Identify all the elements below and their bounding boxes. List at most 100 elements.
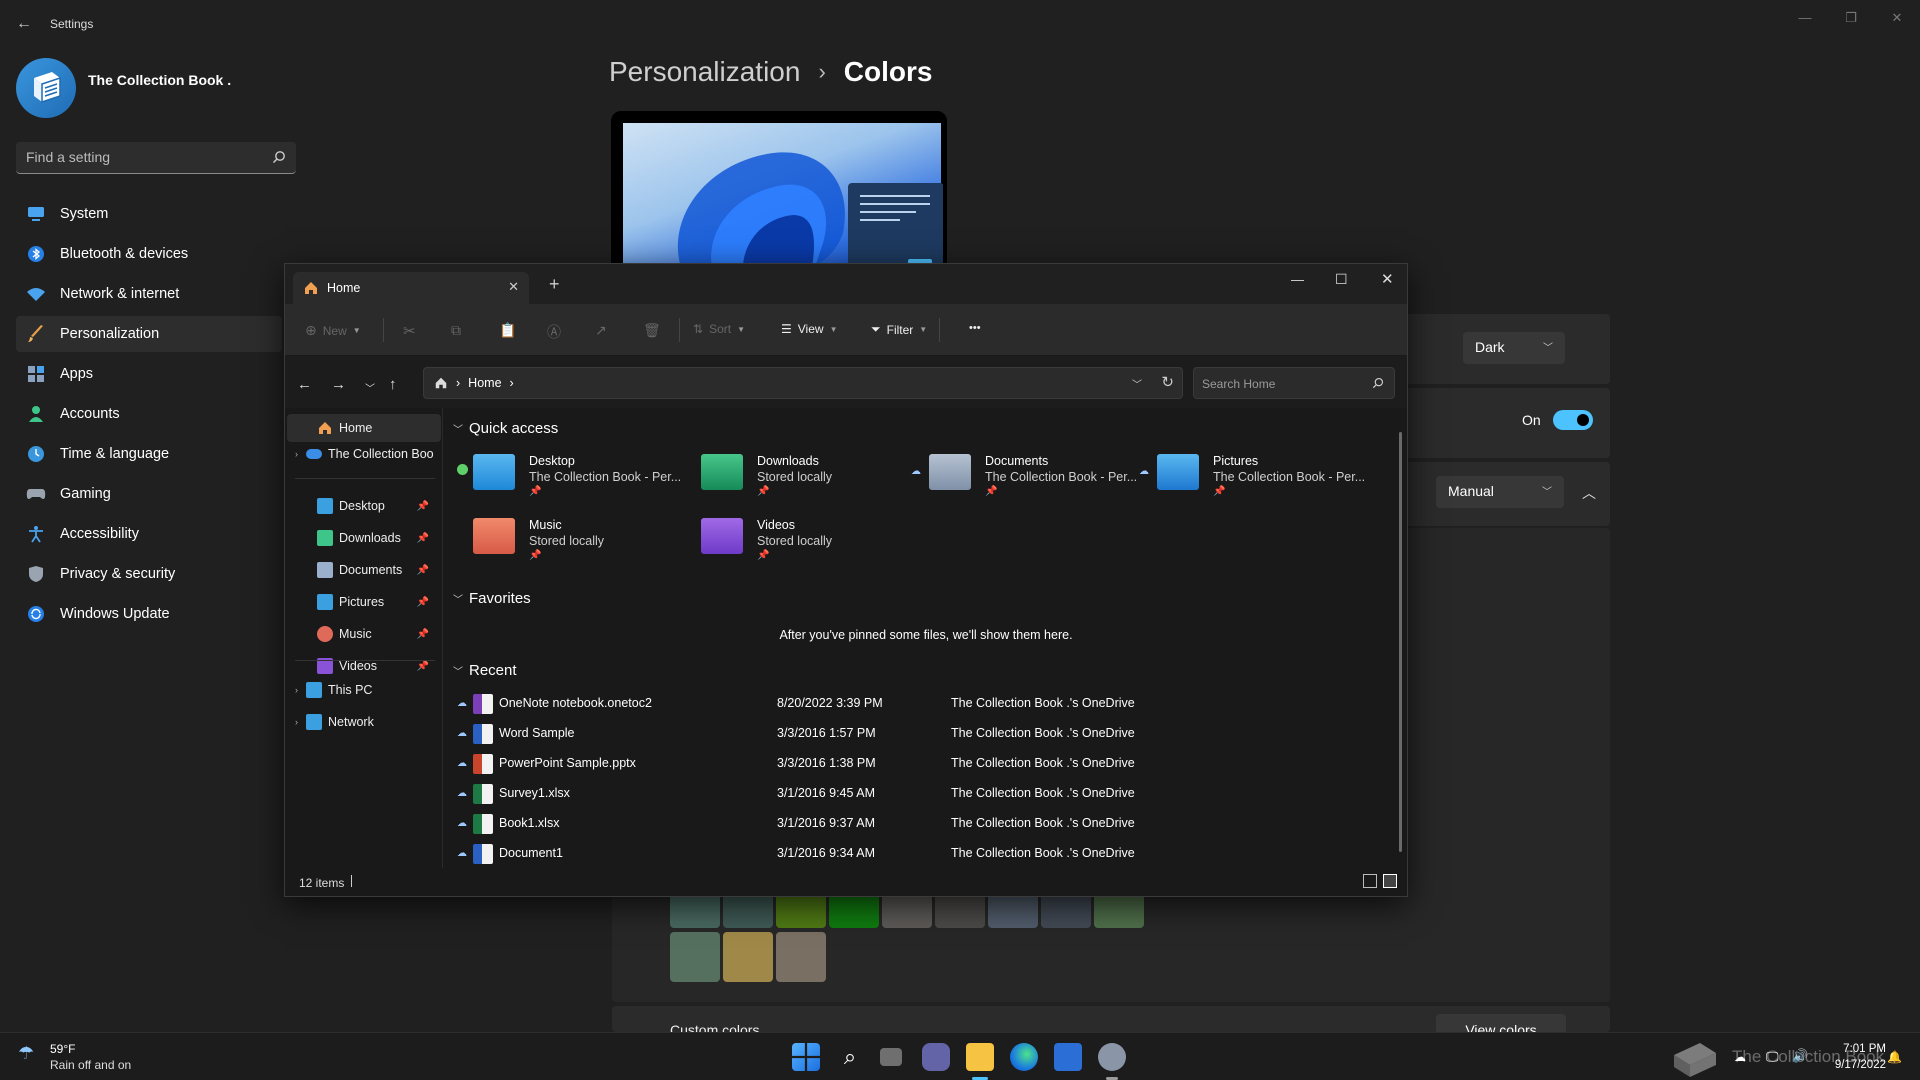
sidebar-item-apps[interactable]: Apps: [16, 356, 282, 392]
edge-icon[interactable]: [1010, 1043, 1038, 1071]
filter-button[interactable]: ⏷ Filter ▼: [871, 322, 927, 337]
minimize-icon[interactable]: —: [1291, 272, 1304, 287]
recent-file-row[interactable]: ☁ PowerPoint Sample.pptx 3/3/2016 1:38 PM T…: [457, 748, 1397, 778]
address-bar[interactable]: › Home › ﹀ ↻: [423, 367, 1183, 399]
up-icon[interactable]: ↑: [389, 376, 397, 393]
sidebar-item-music[interactable]: Music 📌: [285, 620, 435, 648]
weather-widget[interactable]: ☂ 59°F Rain off and on: [18, 1041, 131, 1073]
recent-file-row[interactable]: ☁ OneNote notebook.onetoc2 8/20/2022 3:39 …: [457, 688, 1397, 718]
sort-button[interactable]: ⇅ Sort ▼: [693, 322, 745, 336]
paste-icon[interactable]: 📋: [499, 322, 516, 339]
quick-access-item-downloads[interactable]: Downloads Stored locally 📌: [685, 452, 905, 502]
chevron-down-icon[interactable]: ﹀: [1132, 376, 1142, 391]
task-view-icon[interactable]: [880, 1048, 902, 1066]
view-button[interactable]: ☰ View ▼: [781, 322, 837, 336]
vertical-scrollbar[interactable]: [1399, 432, 1402, 852]
accent-swatch[interactable]: [670, 932, 720, 982]
accent-swatch[interactable]: [723, 932, 773, 982]
pin-icon[interactable]: 📌: [417, 597, 429, 608]
chevron-right-icon[interactable]: ›: [295, 685, 298, 695]
pin-icon[interactable]: 📌: [417, 533, 429, 544]
maximize-icon[interactable]: ❐: [1836, 8, 1866, 28]
avatar[interactable]: [16, 58, 76, 118]
file-explorer-icon[interactable]: [966, 1043, 994, 1071]
sidebar-item-bluetooth-devices[interactable]: Bluetooth & devices: [16, 236, 282, 272]
search-home-input[interactable]: Search Home: [1193, 367, 1395, 399]
chevron-right-icon[interactable]: ›: [295, 449, 298, 459]
chevron-right-icon[interactable]: ›: [295, 717, 298, 727]
search-icon[interactable]: ⌕: [836, 1043, 864, 1071]
pin-icon[interactable]: 📌: [417, 565, 429, 576]
share-icon[interactable]: ↗: [595, 322, 607, 339]
refresh-icon[interactable]: ↻: [1161, 373, 1174, 391]
pin-icon[interactable]: 📌: [417, 629, 429, 640]
favorites-header[interactable]: ﹀ Favorites: [453, 590, 531, 607]
sidebar-item-network[interactable]: › Network: [285, 708, 435, 736]
find-setting-input[interactable]: Find a setting: [16, 142, 296, 174]
quick-access-item-documents[interactable]: ☁ Documents The Collection Book - Per... 📌: [911, 452, 1137, 502]
sidebar-item-personalization[interactable]: Personalization: [16, 316, 282, 352]
sidebar-item-time-language[interactable]: Time & language: [16, 436, 282, 472]
accent-dropdown[interactable]: Manual ﹀: [1436, 476, 1564, 508]
pin-icon[interactable]: 📌: [417, 501, 429, 512]
quick-access-item-pictures[interactable]: ☁ Pictures The Collection Book - Per... 📌: [1139, 452, 1365, 502]
recent-file-row[interactable]: ☁ Document1 3/1/2016 9:34 AM The Collection…: [457, 838, 1397, 868]
chevron-up-icon[interactable]: ︿: [1576, 480, 1602, 506]
sidebar-item-accounts[interactable]: Accounts: [16, 396, 282, 432]
copy-icon[interactable]: ⧉: [451, 322, 461, 339]
close-icon[interactable]: ✕: [1882, 8, 1912, 28]
network-tray-icon[interactable]: 🖵: [1766, 1049, 1779, 1065]
new-button[interactable]: ⊕ New ▼: [305, 322, 361, 339]
recent-file-row[interactable]: ☁ Book1.xlsx 3/1/2016 9:37 AM The Collectio…: [457, 808, 1397, 838]
cut-icon[interactable]: ✂: [403, 322, 416, 340]
quick-access-header[interactable]: ﹀ Quick access: [453, 420, 558, 437]
sidebar-item-onedrive[interactable]: › The Collection Boo: [285, 440, 435, 468]
accent-swatch[interactable]: [776, 932, 826, 982]
volume-tray-icon[interactable]: 🔊: [1792, 1048, 1808, 1064]
recent-header[interactable]: ﹀ Recent: [453, 662, 517, 679]
sidebar-item-gaming[interactable]: Gaming: [16, 476, 282, 512]
view-colors-button[interactable]: View colors: [1436, 1014, 1566, 1032]
chat-icon[interactable]: [922, 1043, 950, 1071]
details-view-icon[interactable]: [1363, 874, 1377, 888]
recent-file-row[interactable]: ☁ Survey1.xlsx 3/1/2016 9:45 AM The Collect…: [457, 778, 1397, 808]
start-icon[interactable]: [792, 1043, 820, 1071]
breadcrumb-parent[interactable]: Personalization: [609, 56, 800, 88]
minimize-icon[interactable]: —: [1790, 8, 1820, 28]
sidebar-item-pictures[interactable]: Pictures 📌: [285, 588, 435, 616]
sidebar-item-home[interactable]: Home: [287, 414, 441, 442]
forward-icon[interactable]: →: [331, 376, 346, 393]
sidebar-item-network-internet[interactable]: Network & internet: [16, 276, 282, 312]
delete-icon[interactable]: 🗑: [643, 322, 661, 339]
address-path[interactable]: Home: [468, 376, 501, 390]
close-tab-icon[interactable]: ✕: [508, 279, 519, 295]
recent-locations-icon[interactable]: ﹀: [365, 380, 375, 395]
clock[interactable]: 7:01 PM 9/17/2022 🔔: [1835, 1041, 1902, 1073]
sidebar-item-desktop[interactable]: Desktop 📌: [285, 492, 435, 520]
pin-icon[interactable]: 📌: [417, 661, 429, 672]
settings-gear-icon[interactable]: [1098, 1043, 1126, 1071]
onedrive-tray-icon[interactable]: ☁: [1734, 1050, 1746, 1064]
recent-file-row[interactable]: ☁ Word Sample 3/3/2016 1:57 PM The Collecti…: [457, 718, 1397, 748]
rename-icon[interactable]: Ⓐ: [547, 322, 561, 342]
tiles-view-icon[interactable]: [1383, 874, 1397, 888]
quick-access-item-music[interactable]: Music Stored locally 📌: [457, 516, 677, 566]
back-icon[interactable]: ←: [297, 376, 312, 393]
quick-access-item-desktop[interactable]: Desktop The Collection Book - Per... 📌: [457, 452, 681, 502]
quick-access-item-videos[interactable]: Videos Stored locally 📌: [685, 516, 905, 566]
transparency-toggle[interactable]: [1553, 410, 1593, 430]
sidebar-item-windows-update[interactable]: Windows Update: [16, 596, 282, 632]
more-options-icon[interactable]: •••: [969, 322, 981, 334]
store-icon[interactable]: [1054, 1043, 1082, 1071]
sidebar-item-accessibility[interactable]: Accessibility: [16, 516, 282, 552]
sidebar-item-downloads[interactable]: Downloads 📌: [285, 524, 435, 552]
new-tab-icon[interactable]: +: [549, 274, 560, 295]
sidebar-item-documents[interactable]: Documents 📌: [285, 556, 435, 584]
maximize-icon[interactable]: ☐: [1335, 271, 1348, 288]
notification-bell-icon[interactable]: 🔔: [1887, 1049, 1902, 1065]
sidebar-item-privacy-security[interactable]: Privacy & security: [16, 556, 282, 592]
close-window-icon[interactable]: ✕: [1381, 270, 1394, 288]
tab-home[interactable]: Home ✕: [293, 272, 529, 304]
sidebar-item-system[interactable]: System: [16, 196, 282, 232]
sidebar-item-this-pc[interactable]: › This PC: [285, 676, 435, 704]
